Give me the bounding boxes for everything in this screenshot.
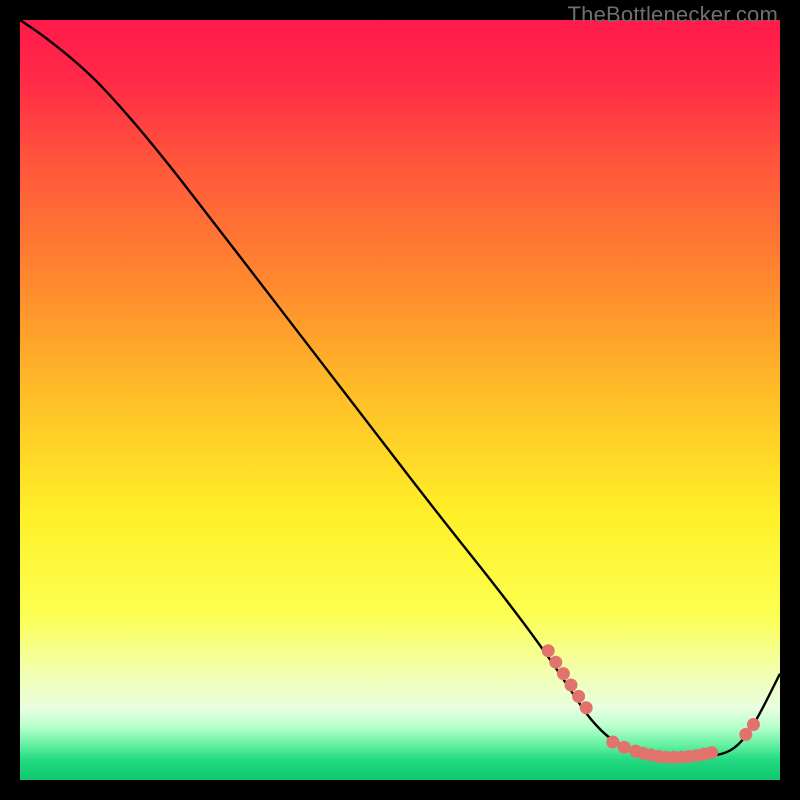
data-point: [557, 667, 570, 680]
data-point: [618, 741, 631, 754]
watermark-text: TheBottlenecker.com: [568, 2, 778, 28]
data-point: [542, 644, 555, 657]
chart-plot: [20, 20, 780, 780]
data-point: [747, 718, 760, 731]
data-point: [580, 701, 593, 714]
data-point: [572, 690, 585, 703]
data-point: [606, 736, 619, 749]
gradient-background: [20, 20, 780, 780]
data-point: [565, 679, 578, 692]
data-point: [705, 746, 718, 759]
data-point: [549, 656, 562, 669]
